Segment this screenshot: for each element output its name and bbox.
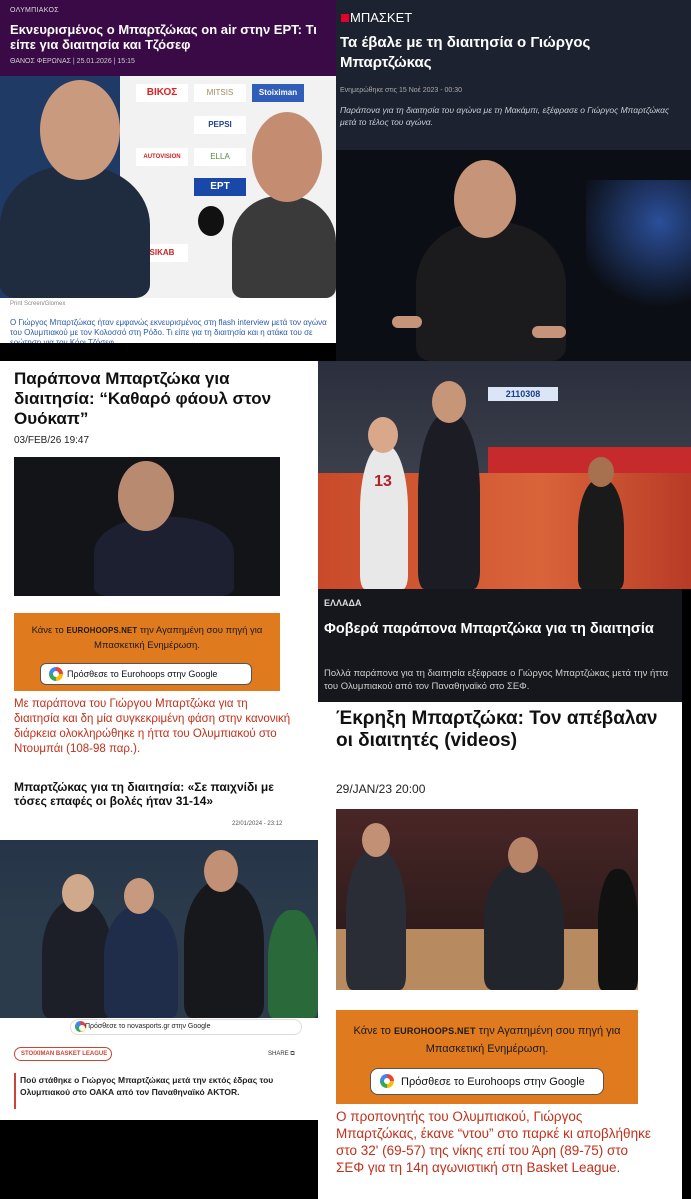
quote-bar (14, 1073, 16, 1109)
article-date: 29/JAN/23 20:00 (336, 782, 426, 796)
coach-figure (42, 900, 112, 1018)
badge-label: STOIXIMAN BASKET LEAGUE (21, 1051, 108, 1057)
category-marker (341, 14, 349, 22)
article-card-eurohoops-1[interactable]: Παράπονα Μπαρτζώκα για διαιτησία: “Καθαρ… (0, 361, 318, 777)
sponsor-logo: ΕΡΤ (194, 178, 246, 196)
court-light (586, 180, 691, 320)
article-lead: Ο προπονητής του Ολυμπιακού, Γιώργος Μπα… (336, 1109, 651, 1175)
player-figure (360, 445, 408, 589)
add-to-google-button[interactable]: Πρόσθεσε το novasports.gr στην Google (70, 1019, 302, 1035)
category-label[interactable]: ΕΛΛΑΔΑ (324, 598, 361, 608)
sponsor-logo: ΒΙΚΟΣ (136, 84, 188, 102)
article-meta: ΘΑΝΟΣ ΦΕΡΩΝΑΣ | 25.01.2026 | 15:15 (10, 58, 135, 65)
coach-figure (346, 849, 406, 990)
referee-figure (598, 869, 638, 990)
article-card-eurohoops-2[interactable]: Έκρηξη Μπαρτζώκα: Τον απέβαλαν οι διαιτη… (318, 702, 682, 1199)
reporter-head (252, 112, 322, 202)
article-photo[interactable] (0, 840, 318, 1018)
promo-pre: Κάνε το (353, 1025, 391, 1037)
share-icon: ⧉ (290, 1051, 295, 1057)
coach-head (454, 160, 516, 238)
add-to-google-button[interactable]: Πρόσθεσε το Eurohoops στην Google (40, 663, 252, 685)
assistant-head (508, 837, 538, 873)
sponsor-logo: ELLA (194, 148, 246, 166)
eurohoops-logo: EUROHOOPS.NET (393, 1026, 476, 1036)
article-date: 22/01/2024 - 23:12 (232, 821, 283, 827)
coach-hand (392, 316, 422, 328)
article-lead: Με παράπονα του Γιώργου Μπαρτζώκα για τη… (14, 698, 291, 755)
coach-head (118, 461, 174, 531)
article-card-basket[interactable]: ΜΠΑΣΚΕΤ Τα έβαλε με τη διαιτησία ο Γιώργ… (336, 0, 691, 361)
coach-hand (532, 326, 566, 338)
article-card-ert[interactable]: ΟΛΥΜΠΙΑΚΟΣ Εκνευρισμένος ο Μπαρτζώκας on… (0, 0, 336, 343)
follow-promo: Κάνε το EUROHOOPS.NET την Αγαπημένη σου … (336, 1010, 638, 1104)
category-label[interactable]: ΟΛΥΜΠΙΑΚΟΣ (10, 7, 59, 14)
player-figure (104, 906, 178, 1018)
sponsor-logo: AUTOVISION (136, 148, 188, 166)
assistant-figure (484, 863, 564, 990)
article-summary: Ο Γιώργος Μπαρτζώκας ήταν εμφανώς εκνευρ… (10, 318, 327, 343)
led-board: 2110308 (488, 387, 558, 401)
article-summary: Παράπονα για τη διαιτησία του αγώνα με τ… (340, 105, 670, 127)
article-title[interactable]: Φοβερά παράπονα Μπαρτζώκα για τη διαιτησ… (324, 619, 674, 639)
google-icon (49, 667, 63, 681)
google-icon (380, 1074, 394, 1088)
article-title[interactable]: Τα έβαλε με τη διαιτησία ο Γιώργος Μπαρτ… (340, 33, 680, 73)
sponsor-logo: MITSIS (194, 84, 246, 102)
coach-head (362, 823, 390, 857)
article-title[interactable]: Παράπονα Μπαρτζώκα για διαιτησία: “Καθαρ… (14, 369, 304, 429)
article-summary: Πολλά παράπονα για τη διαιτησία εξέφρασε… (324, 668, 669, 692)
promo-text: Κάνε το EUROHOOPS.NET την Αγαπημένη σου … (336, 1022, 638, 1058)
share-button[interactable]: SHARE ⧉ (268, 1051, 295, 1058)
share-label: SHARE (268, 1051, 289, 1057)
bartzokas-figure (184, 880, 264, 1018)
article-card-novasports[interactable]: Μπαρτζώκας για τη διαιτησία: «Σε παιχνίδ… (0, 777, 318, 1120)
article-title[interactable]: Εκνευρισμένος ο Μπαρτζώκας on air στην Ε… (10, 22, 330, 52)
player-head (124, 878, 154, 914)
coach-figure (94, 517, 234, 596)
article-date: 03/FEB/26 19:47 (14, 435, 90, 446)
article-photo[interactable] (336, 809, 638, 990)
promo-pre: Κάνε το (31, 625, 64, 636)
coach-head (40, 80, 120, 180)
reporter-figure (232, 196, 336, 298)
article-meta: Ενημερώθηκε στις 15 Νοέ 2023 - 00:30 (340, 87, 463, 94)
article-photo[interactable]: ΒΙΚΟΣ MITSIS Stoiximan PEPSI AUTOVISION … (0, 76, 336, 298)
article-photo[interactable] (14, 457, 280, 596)
photo-credit: Print Screen/Glomex (10, 301, 66, 307)
coach-head (432, 381, 466, 423)
referee-figure (578, 479, 624, 589)
coach-head (62, 874, 94, 912)
promo-text: Κάνε το EUROHOOPS.NET την Αγαπημένη σου … (14, 623, 280, 653)
coach-figure (0, 166, 150, 298)
article-photo[interactable] (336, 150, 691, 361)
referee-head (588, 457, 614, 487)
sponsor-logo: Stoiximan (252, 84, 304, 102)
article-title[interactable]: Έκρηξη Μπαρτζώκα: Τον απέβαλαν οι διαιτη… (336, 708, 666, 752)
microphone (198, 206, 224, 236)
button-label: Πρόσθεσε το novasports.gr στην Google (85, 1023, 211, 1030)
sponsor-logo: PEPSI (194, 116, 246, 134)
player-head (368, 417, 398, 453)
button-label: Πρόσθεσε το Eurohoops στην Google (67, 669, 218, 679)
player-jersey-number: 13 (374, 473, 392, 490)
coach-figure (418, 413, 480, 589)
coach-figure (416, 222, 566, 361)
follow-promo: Κάνε το EUROHOOPS.NET την Αγαπημένη σου … (14, 613, 280, 691)
photo-card-sef[interactable]: 2110308 13 (318, 361, 691, 589)
league-badge[interactable]: STOIXIMAN BASKET LEAGUE (14, 1047, 112, 1061)
article-lead: Πού στάθηκε ο Γιώργος Μπαρτζώκας μετά τη… (20, 1075, 274, 1097)
eurohoops-logo: EUROHOOPS.NET (66, 626, 138, 635)
article-card-ellada[interactable]: ΕΛΛΑΔΑ Φοβερά παράπονα Μπαρτζώκα για τη … (318, 589, 682, 702)
article-title[interactable]: Μπαρτζώκας για τη διαιτησία: «Σε παιχνίδ… (14, 780, 304, 808)
add-to-google-button[interactable]: Πρόσθεσε το Eurohoops στην Google (370, 1068, 604, 1095)
bartzokas-head (204, 850, 238, 892)
category-label[interactable]: ΜΠΑΣΚΕΤ (350, 10, 412, 25)
staff-figure (268, 910, 318, 1018)
crowd (0, 840, 318, 920)
button-label: Πρόσθεσε το Eurohoops στην Google (401, 1076, 585, 1088)
